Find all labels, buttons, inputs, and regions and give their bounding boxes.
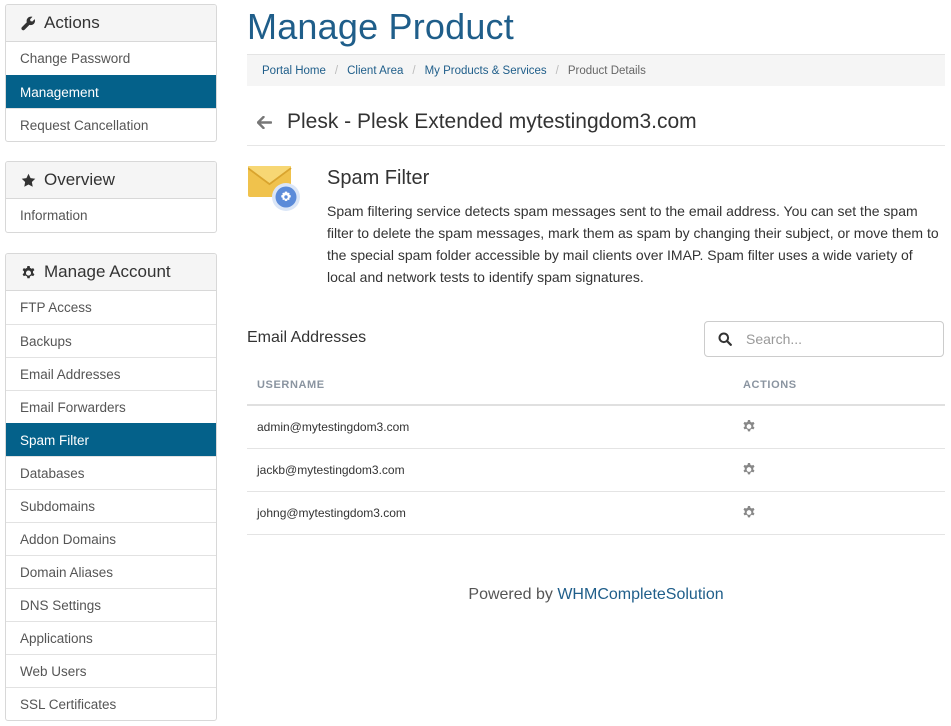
sidebar-item-domain-aliases[interactable]: Domain Aliases <box>6 555 216 588</box>
sidebar-item-dns-settings[interactable]: DNS Settings <box>6 588 216 621</box>
actions-cell <box>741 491 945 535</box>
gear-icon <box>20 264 36 280</box>
footer-link[interactable]: WHMCompleteSolution <box>557 586 723 603</box>
breadcrumb-separator: / <box>334 64 339 77</box>
breadcrumb-current: Product Details <box>567 64 646 77</box>
breadcrumb-separator: / <box>412 64 416 77</box>
email-addresses-table: USERNAME ACTIONS admin@mytestingdom3.com… <box>247 366 945 535</box>
sidebar-item-ssl-certificates[interactable]: SSL Certificates <box>6 687 216 720</box>
breadcrumb-my-products[interactable]: My Products & Services <box>425 65 547 77</box>
sidebar-item-email-addresses[interactable]: Email Addresses <box>6 357 216 390</box>
page-title: Manage Product <box>247 6 514 47</box>
email-username: admin@mytestingdom3.com <box>247 405 743 449</box>
email-username: johng@mytestingdom3.com <box>247 491 743 535</box>
star-icon <box>20 172 36 188</box>
column-header-actions: ACTIONS <box>743 366 945 406</box>
wrench-icon <box>20 15 36 31</box>
table-row: admin@mytestingdom3.com <box>247 405 945 449</box>
footer: Powered by WHMCompleteSolution <box>247 586 945 604</box>
sidebar-item-applications[interactable]: Applications <box>6 621 216 654</box>
overview-panel: Overview Information <box>5 161 217 233</box>
sidebar-item-email-forwarders[interactable]: Email Forwarders <box>6 390 216 423</box>
sidebar-item-addon-domains[interactable]: Addon Domains <box>6 522 216 555</box>
breadcrumb-client-area[interactable]: Client Area <box>347 65 403 77</box>
table-row: jackb@mytestingdom3.com <box>247 448 945 492</box>
sidebar-item-management[interactable]: Management <box>6 75 216 108</box>
footer-prefix: Powered by <box>468 586 558 603</box>
overview-panel-header: Overview <box>6 162 216 199</box>
header-divider <box>247 145 945 146</box>
email-username: jackb@mytestingdom3.com <box>247 448 743 492</box>
breadcrumb-portal-home[interactable]: Portal Home <box>262 65 326 77</box>
settings-gear-icon[interactable] <box>741 461 757 477</box>
sidebar-item-change-password[interactable]: Change Password <box>6 42 216 75</box>
back-arrow-icon[interactable] <box>257 114 273 130</box>
actions-panel-title: Actions <box>44 13 100 32</box>
settings-gear-icon[interactable] <box>741 504 757 520</box>
spam-filter-envelope-icon <box>247 164 302 214</box>
column-header-username[interactable]: USERNAME <box>247 366 743 406</box>
actions-panel: Actions Change Password Management Reque… <box>5 4 217 142</box>
sidebar-item-ftp-access[interactable]: FTP Access <box>6 291 216 324</box>
sidebar-item-spam-filter[interactable]: Spam Filter <box>6 423 216 456</box>
sidebar-item-subdomains[interactable]: Subdomains <box>6 489 216 522</box>
actions-panel-header: Actions <box>6 5 216 42</box>
table-row: johng@mytestingdom3.com <box>247 491 945 535</box>
breadcrumb: Portal Home / Client Area / My Products … <box>247 54 945 86</box>
sidebar-item-databases[interactable]: Databases <box>6 456 216 489</box>
overview-panel-title: Overview <box>44 170 115 189</box>
product-name: Plesk - Plesk Extended mytestingdom3.com <box>287 110 697 133</box>
sidebar-item-backups[interactable]: Backups <box>6 324 216 357</box>
manage-account-panel: Manage Account FTP Access Backups Email … <box>5 253 217 721</box>
sidebar-item-request-cancellation[interactable]: Request Cancellation <box>6 108 216 141</box>
search-box <box>704 321 944 357</box>
settings-gear-icon[interactable] <box>741 418 757 434</box>
manage-account-panel-title: Manage Account <box>44 262 171 281</box>
actions-cell <box>741 405 945 449</box>
spam-filter-description: Spam filtering service detects spam mess… <box>327 203 939 285</box>
sidebar-item-information[interactable]: Information <box>6 199 216 232</box>
breadcrumb-separator: / <box>555 64 559 77</box>
search-input[interactable] <box>746 331 916 347</box>
table-header-row: USERNAME ACTIONS <box>247 366 945 406</box>
actions-cell <box>741 448 945 492</box>
sidebar-item-web-users[interactable]: Web Users <box>6 654 216 687</box>
spam-filter-title: Spam Filter <box>327 167 430 189</box>
product-header: Plesk - Plesk Extended mytestingdom3.com <box>257 110 697 134</box>
email-addresses-title: Email Addresses <box>247 329 367 346</box>
manage-account-panel-header: Manage Account <box>6 254 216 291</box>
search-icon <box>718 331 734 347</box>
